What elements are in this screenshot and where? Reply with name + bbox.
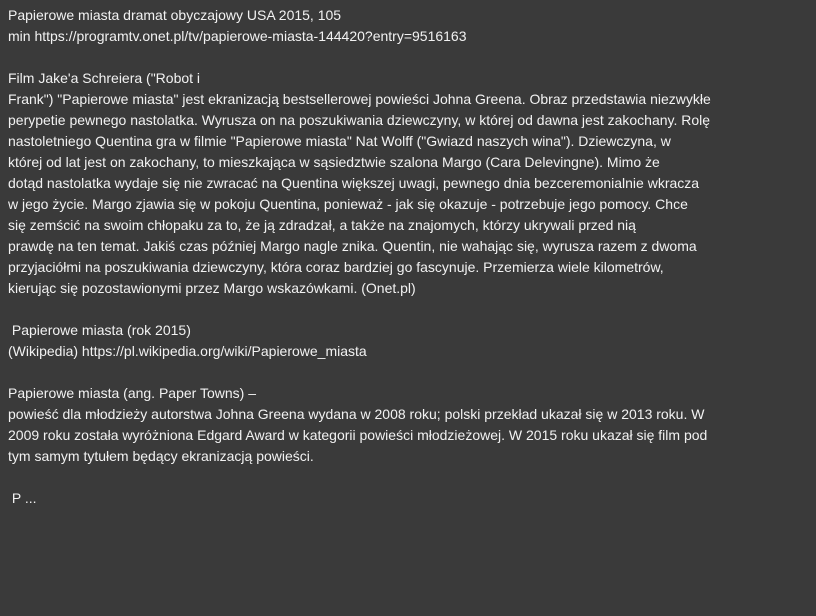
text-line-5: perypetie pewnego nastolatka. Wyrusza on… <box>8 112 711 128</box>
text-line-10: się zemścić na swoim chłopaku za to, że … <box>8 217 636 233</box>
text-line-20: P ... <box>8 490 37 506</box>
text-line-2: min https://programtv.onet.pl/tv/papiero… <box>8 28 467 44</box>
text-line-4: Frank") "Papierowe miasta" jest ekraniza… <box>8 91 711 107</box>
text-line-18: 2009 roku została wyróżniona Edgard Awar… <box>8 427 708 443</box>
text-line-6: nastoletniego Quentina gra w filmie "Pap… <box>8 133 671 149</box>
text-line-13: kierując się pozostawionymi przez Margo … <box>8 280 416 296</box>
text-line-7: której od lat jest on zakochany, to mies… <box>8 154 660 170</box>
text-line-17: powieść dla młodzieży autorstwa Johna Gr… <box>8 406 705 422</box>
text-line-9: w jego życie. Margo zjawia się w pokoju … <box>8 196 688 212</box>
text-line-3: Film Jake'a Schreiera ("Robot i <box>8 70 201 86</box>
text-line-15: (Wikipedia) https://pl.wikipedia.org/wik… <box>8 343 367 359</box>
text-line-14: Papierowe miasta (rok 2015) <box>8 322 191 338</box>
text-line-8: dotąd nastolatka wydaje się nie zwracać … <box>8 175 700 191</box>
text-line-1: Papierowe miasta dramat obyczajowy USA 2… <box>8 7 342 23</box>
text-line-12: przyjaciółmi na poszukiwania dziewczyny,… <box>8 259 664 275</box>
text-content: Papierowe miasta dramat obyczajowy USA 2… <box>8 5 808 509</box>
text-line-16: Papierowe miasta (ang. Paper Towns) – <box>8 385 256 401</box>
text-line-19: tym samym tytułem będący ekranizacją pow… <box>8 448 314 464</box>
text-line-11: prawdę na ten temat. Jakiś czas później … <box>8 238 697 254</box>
